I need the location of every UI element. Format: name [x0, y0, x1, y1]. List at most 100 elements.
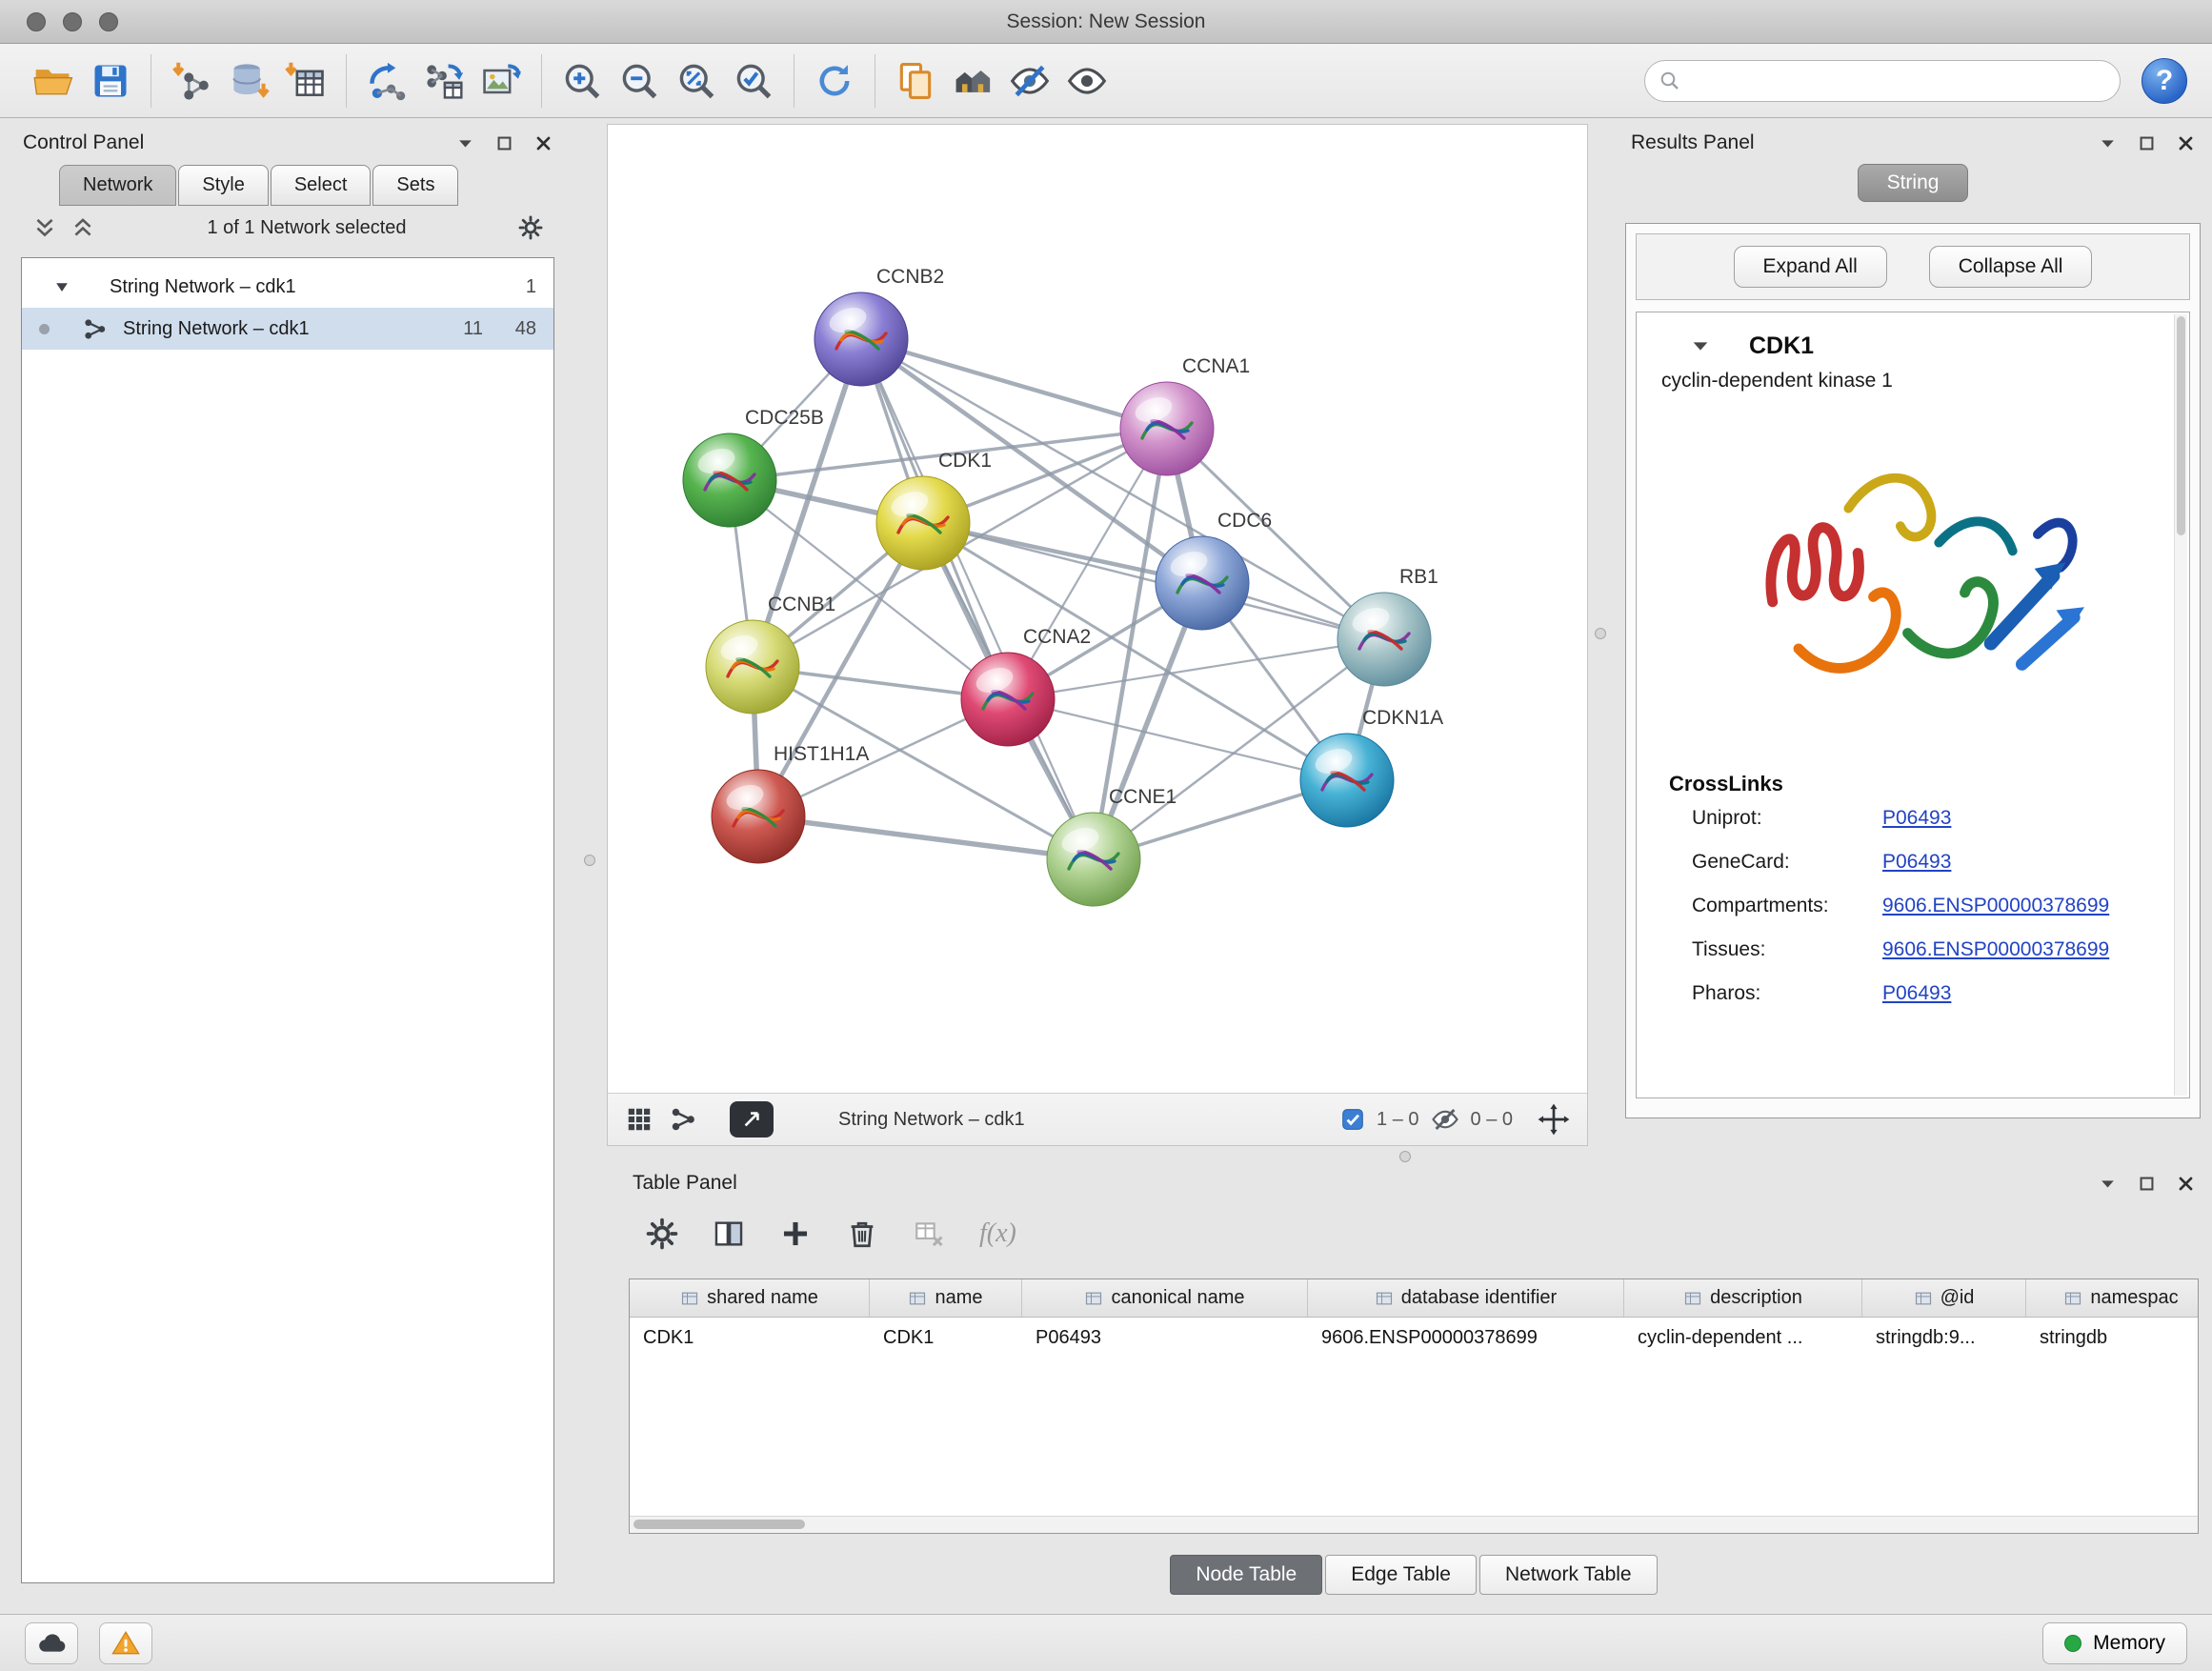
grid-view-icon[interactable] — [625, 1105, 654, 1134]
columns-button[interactable] — [713, 1218, 745, 1250]
show-eye-button[interactable] — [1058, 51, 1116, 111]
network-node-RB1[interactable]: RB1 — [1337, 566, 1438, 686]
tab-sets[interactable]: Sets — [372, 165, 458, 206]
import-table-button[interactable] — [277, 51, 334, 111]
table-cell[interactable]: stringdb:9... — [1862, 1318, 2026, 1358]
crosslink-link[interactable]: 9606.ENSP00000378699 — [1882, 895, 2109, 917]
network-node-CDK1[interactable]: CDK1 — [876, 450, 992, 570]
crosslink-link[interactable]: P06493 — [1882, 807, 1951, 830]
open-folder-button[interactable] — [25, 51, 82, 111]
panel-maximize-icon[interactable] — [495, 134, 513, 152]
hidden-eye-icon[interactable] — [1431, 1105, 1459, 1134]
refresh-layout-button[interactable] — [806, 51, 863, 111]
tab-string[interactable]: String — [1858, 164, 1969, 202]
panel-close-icon[interactable] — [2177, 1175, 2195, 1193]
network-canvas[interactable]: CCNB2CCNA1CDC25BCDK1CDC6RB1CCNB1CCNA2CDK… — [608, 125, 1587, 1093]
vertical-splitter-handle[interactable] — [584, 855, 595, 866]
column-header[interactable]: canonical name — [1022, 1279, 1308, 1317]
table-cell[interactable]: CDK1 — [630, 1318, 870, 1358]
tab-style[interactable]: Style — [178, 165, 268, 206]
tab-edge-table[interactable]: Edge Table — [1325, 1555, 1477, 1595]
crosslink-link[interactable]: P06493 — [1882, 982, 1951, 1005]
clear-table-button[interactable] — [913, 1218, 945, 1250]
crosslink-link[interactable]: P06493 — [1882, 851, 1951, 874]
cloud-button[interactable] — [25, 1622, 78, 1664]
column-header[interactable]: namespac — [2026, 1279, 2199, 1317]
import-network-database-button[interactable] — [220, 51, 277, 111]
results-scrollbar[interactable] — [2174, 314, 2187, 1096]
save-session-button[interactable] — [82, 51, 139, 111]
network-node-CCNB1[interactable]: CCNB1 — [706, 594, 835, 714]
crosslink-link[interactable]: 9606.ENSP00000378699 — [1882, 938, 2109, 961]
table-horizontal-scrollbar[interactable] — [630, 1516, 2198, 1533]
column-header[interactable]: description — [1624, 1279, 1862, 1317]
expand-all-networks-icon[interactable] — [32, 215, 57, 240]
table-cell[interactable]: CDK1 — [870, 1318, 1022, 1358]
zoom-out-button[interactable] — [611, 51, 668, 111]
network-node-HIST1H1A[interactable]: HIST1H1A — [712, 743, 869, 863]
import-network-file-button[interactable] — [163, 51, 220, 111]
birdseye-view-icon[interactable] — [669, 1105, 697, 1134]
tab-node-table[interactable]: Node Table — [1170, 1555, 1322, 1595]
memory-button[interactable]: Memory — [2042, 1622, 2187, 1664]
panel-close-icon[interactable] — [2177, 134, 2195, 152]
panel-close-icon[interactable] — [534, 134, 553, 152]
expand-all-button[interactable]: Expand All — [1734, 246, 1887, 288]
export-image-button[interactable] — [473, 51, 530, 111]
panel-menu-icon[interactable] — [2099, 1175, 2117, 1193]
column-header[interactable]: @id — [1862, 1279, 2026, 1317]
panel-maximize-icon[interactable] — [2138, 1175, 2156, 1193]
zoom-fit-button[interactable] — [668, 51, 725, 111]
panel-menu-icon[interactable] — [2099, 134, 2117, 152]
column-header[interactable]: name — [870, 1279, 1022, 1317]
zoom-in-button[interactable] — [553, 51, 611, 111]
table-cell[interactable]: stringdb — [2026, 1318, 2199, 1358]
close-window-button[interactable] — [27, 12, 46, 31]
network-edge-CDK1-RB1[interactable] — [923, 523, 1384, 639]
selected-checkbox-icon[interactable] — [1340, 1107, 1365, 1132]
panel-maximize-icon[interactable] — [2138, 134, 2156, 152]
search-input[interactable] — [1689, 70, 2106, 91]
horizontal-splitter-handle[interactable] — [1399, 1151, 1411, 1162]
panel-menu-icon[interactable] — [456, 134, 474, 152]
minimize-window-button[interactable] — [63, 12, 82, 31]
warnings-button[interactable] — [99, 1622, 152, 1664]
network-node-CCNB2[interactable]: CCNB2 — [814, 266, 944, 386]
maximize-window-button[interactable] — [99, 12, 118, 31]
tab-network[interactable]: Network — [59, 165, 176, 206]
function-builder-icon[interactable]: f(x) — [979, 1218, 1016, 1249]
tab-network-table[interactable]: Network Table — [1479, 1555, 1658, 1595]
home-button[interactable] — [944, 51, 1001, 111]
gear-button[interactable] — [646, 1218, 678, 1250]
help-button[interactable]: ? — [2142, 58, 2187, 104]
delete-column-button[interactable] — [846, 1218, 878, 1250]
hide-eye-button[interactable] — [1001, 51, 1058, 111]
new-network-button[interactable] — [358, 51, 415, 111]
detach-view-button[interactable] — [730, 1101, 774, 1137]
collapse-gene-icon[interactable] — [1690, 335, 1711, 356]
network-node-CCNA1[interactable]: CCNA1 — [1120, 355, 1250, 475]
collapse-all-button[interactable]: Collapse All — [1929, 246, 2093, 288]
collapse-all-networks-icon[interactable] — [70, 215, 95, 240]
network-edge-HIST1H1A-CCNE1[interactable] — [758, 816, 1094, 859]
tab-select[interactable]: Select — [271, 165, 372, 206]
add-column-button[interactable] — [779, 1218, 812, 1250]
network-options-gear-icon[interactable] — [518, 215, 543, 240]
column-header[interactable]: database identifier — [1308, 1279, 1624, 1317]
network-node-CDC6[interactable]: CDC6 — [1156, 510, 1272, 630]
new-network-from-table-button[interactable] — [415, 51, 473, 111]
table-cell[interactable]: cyclin-dependent ... — [1624, 1318, 1862, 1358]
table-cell[interactable]: 9606.ENSP00000378699 — [1308, 1318, 1624, 1358]
pan-move-icon[interactable] — [1538, 1103, 1570, 1136]
network-row-selected[interactable]: String Network – cdk1 11 48 — [22, 308, 553, 350]
table-cell[interactable]: P06493 — [1022, 1318, 1308, 1358]
column-header[interactable]: shared name — [630, 1279, 870, 1317]
network-collection-row[interactable]: String Network – cdk1 1 — [22, 266, 553, 308]
zoom-selected-button[interactable] — [725, 51, 782, 111]
network-edge-CCNB2-CCNA1[interactable] — [861, 339, 1167, 429]
right-splitter-handle[interactable] — [1595, 628, 1606, 639]
network-node-CDKN1A[interactable]: CDKN1A — [1300, 707, 1443, 827]
caret-down-icon[interactable] — [52, 277, 71, 296]
copy-document-button[interactable] — [887, 51, 944, 111]
network-edge-CCNB2-CCNE1[interactable] — [861, 339, 1094, 859]
